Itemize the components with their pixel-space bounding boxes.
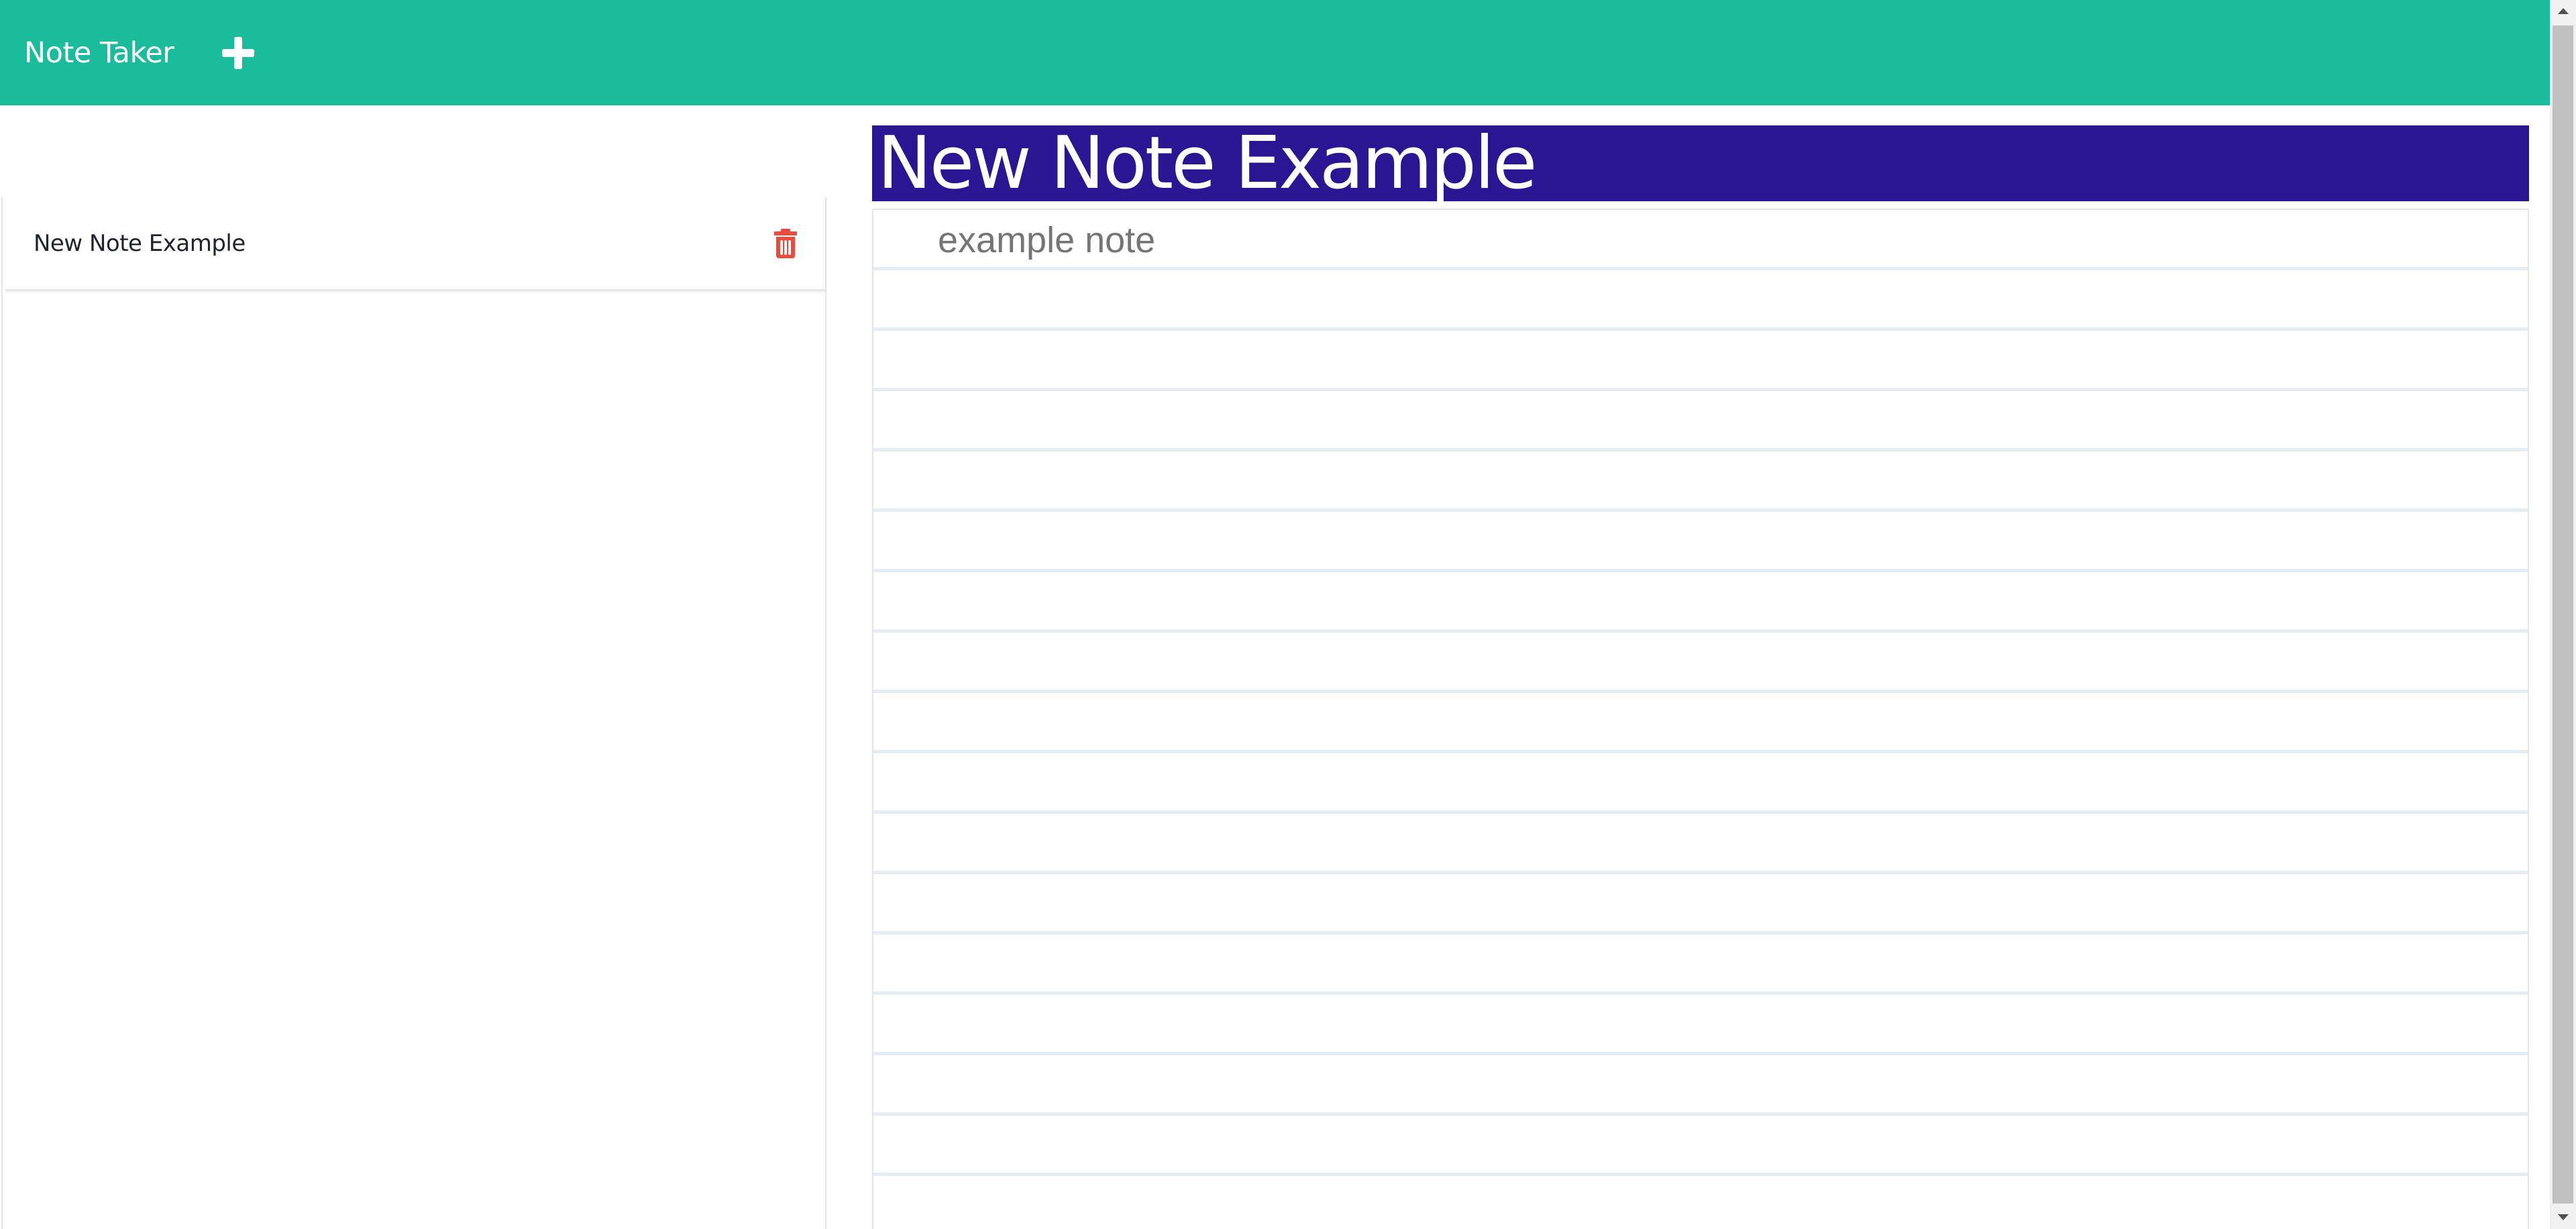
scroll-up-arrow-icon[interactable] [2558,8,2569,14]
note-textarea[interactable]: example note [872,209,2529,1229]
plus-icon[interactable] [218,33,258,73]
note-editor: New Note Example example note [872,125,2529,1229]
scrollbar-thumb[interactable] [2553,25,2573,1204]
trash-icon-slot [788,239,791,255]
navbar: Note Taker [0,0,2550,105]
scroll-down-arrow-icon[interactable] [2558,1214,2569,1220]
scrollbar[interactable] [2550,0,2576,1229]
note-list: New Note Example [1,197,826,1229]
trash-icon-lid [774,231,797,235]
note-text[interactable]: example note [938,219,1155,261]
trash-icon-slot [784,239,787,255]
note-list-item[interactable]: New Note Example [5,197,825,291]
app-title[interactable]: Note Taker [24,36,174,70]
note-list-item-title[interactable]: New Note Example [34,230,246,257]
trash-icon-slot [780,239,783,255]
plus-icon-vertical [234,36,243,69]
note-title-input[interactable]: New Note Example [872,125,2529,201]
trash-icon[interactable] [773,228,798,258]
